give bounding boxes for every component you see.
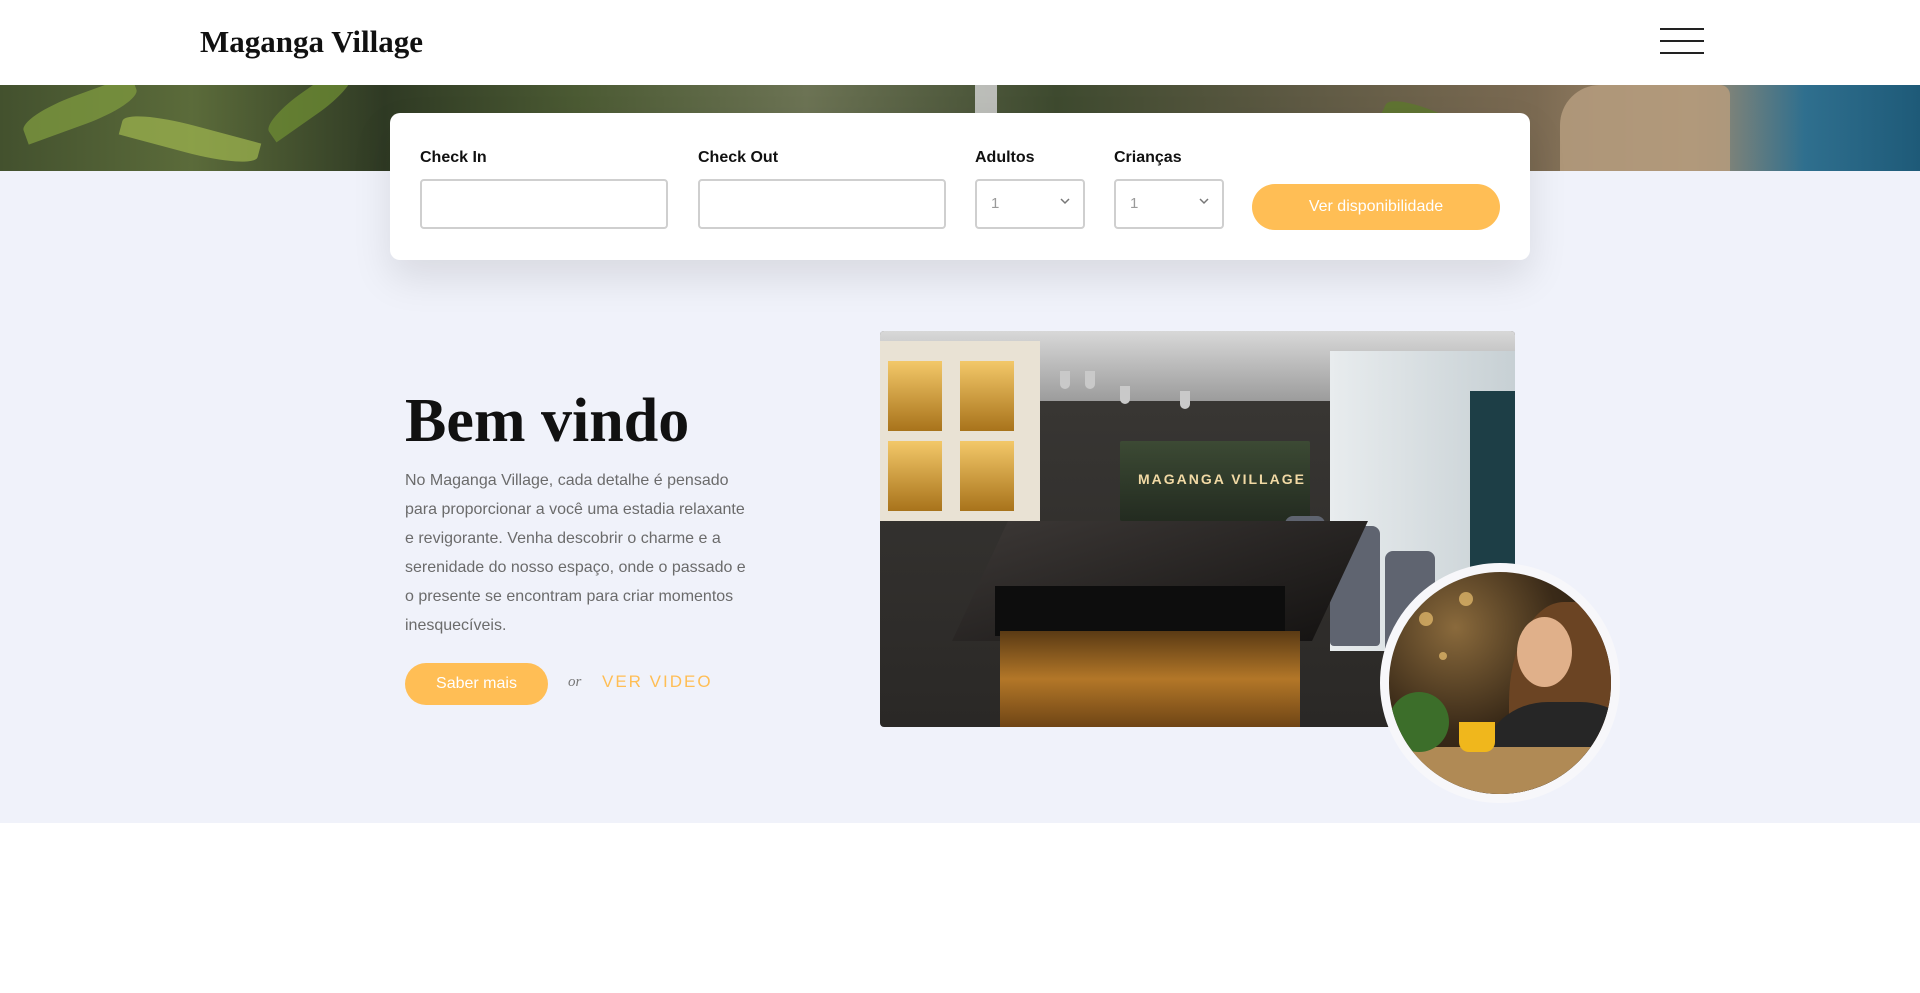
check-availability-button[interactable]: Ver disponibilidade [1252,184,1500,230]
shelf-wall [880,341,1040,521]
welcome-text: No Maganga Village, cada detalhe é pensa… [405,472,746,634]
pendant-lamp [1120,386,1130,404]
checkout-field: Check Out [698,148,946,229]
adultos-select[interactable]: 1 [975,179,1085,229]
lit-niche [888,441,942,511]
menu-line [1660,40,1704,42]
rock [1560,85,1730,171]
chevron-down-icon [1199,198,1209,205]
menu-line [1660,28,1704,30]
bokeh-light [1459,592,1473,606]
criancas-select[interactable]: 1 [1114,179,1224,229]
pendant-lamp [1180,391,1190,409]
watch-video-link[interactable]: VER VIDEO [602,672,713,692]
menu-line [1660,52,1704,54]
palm-leaf [261,85,359,143]
site-header: Maganga Village [0,0,1920,85]
palm-leaf [118,107,262,171]
booking-form: Check In Check Out Adultos 1 Crianças 1 … [390,113,1530,260]
pendant-lamp [1085,371,1095,389]
face [1517,617,1572,687]
lit-niche [960,361,1014,431]
adultos-label: Adultos [975,149,1035,166]
checkin-field: Check In [420,148,668,229]
lit-niche [888,361,942,431]
plant [1389,692,1449,752]
brand-logo[interactable]: Maganga Village [200,24,423,60]
criancas-label: Crianças [1114,149,1182,166]
lit-niche [960,441,1014,511]
learn-more-button[interactable]: Saber mais [405,663,548,705]
criancas-field: Crianças 1 [1114,148,1224,229]
chevron-down-icon [1060,198,1070,205]
checkin-input[interactable] [420,179,668,229]
bokeh-light [1419,612,1433,626]
counter-front-lit [1000,631,1300,727]
pendant-lamp [1060,371,1070,389]
adultos-value: 1 [991,195,1000,212]
logo-wall: MAGANGA VILLAGE [1120,441,1310,521]
adultos-field: Adultos 1 [975,148,1085,229]
dining-woman-photo [1380,563,1620,803]
hamburger-menu-icon[interactable] [1660,26,1704,56]
or-separator: or [568,674,582,690]
coffee-cup [1459,722,1495,752]
logo-wall-sign: MAGANGA VILLAGE [1138,471,1306,487]
counter-glass [995,586,1285,636]
checkout-label: Check Out [698,149,779,166]
bokeh-light [1439,652,1447,660]
checkin-label: Check In [420,149,487,166]
welcome-title: Bem vindo [405,387,690,455]
criancas-value: 1 [1130,195,1139,212]
checkout-input[interactable] [698,179,946,229]
